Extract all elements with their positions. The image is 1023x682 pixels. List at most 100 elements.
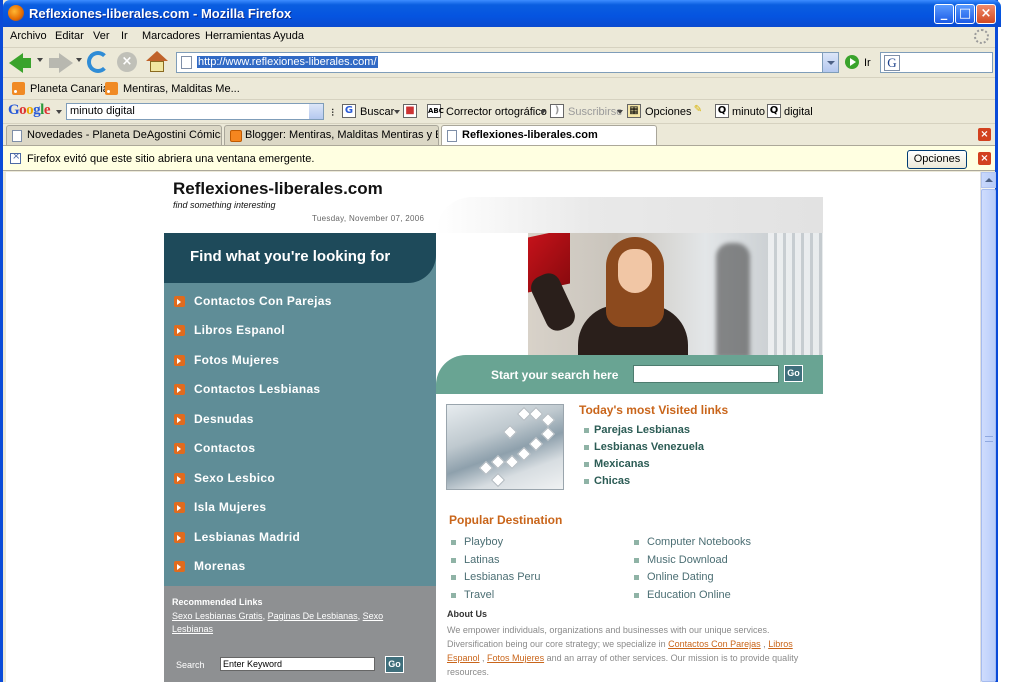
search-band-label: Start your search here — [491, 368, 619, 382]
bullet-icon — [584, 462, 589, 467]
tab-reflexiones[interactable]: Reflexiones-liberales.com — [441, 125, 657, 146]
scrollbar-thumb[interactable] — [981, 189, 996, 682]
page-icon — [12, 130, 22, 142]
minimize-button[interactable]: _ — [934, 4, 954, 24]
bullet-icon — [584, 445, 589, 450]
keyword-go-button[interactable]: Go — [385, 656, 404, 673]
go-label[interactable]: Ir — [864, 57, 871, 69]
about-link[interactable]: Fotos Mujeres — [487, 653, 544, 663]
home-icon — [146, 51, 168, 73]
recommended-link[interactable]: Sexo Lesbianas Gratis — [172, 611, 263, 621]
google-query-input[interactable]: minuto digital — [66, 103, 324, 120]
chevron-up-icon — [985, 178, 993, 182]
google-search-engine-icon[interactable]: G — [884, 55, 900, 71]
url-dropdown-button[interactable] — [822, 53, 838, 72]
suscribirse-dropdown-icon[interactable] — [617, 110, 623, 114]
site-date: Tuesday, November 07, 2006 — [312, 214, 425, 223]
maximize-button[interactable]: □ — [955, 4, 975, 24]
forward-button[interactable] — [49, 51, 73, 75]
find-heading: Find what you're looking for — [190, 248, 391, 265]
search-term-icon: Q — [767, 104, 781, 118]
firefox-icon — [8, 5, 24, 21]
title-bar[interactable]: Reflexiones-liberales.com - Mozilla Fire… — [3, 0, 1001, 27]
tab-blogger[interactable]: Blogger: Mentiras, Malditas Mentiras y E… — [224, 125, 439, 145]
menu-herramientas[interactable]: Herramientas — [205, 30, 271, 42]
bookmarks-toolbar: Planeta Canarias Mentiras, Malditas Me..… — [3, 77, 995, 99]
url-bar[interactable]: http://www.reflexiones-liberales.com/ — [176, 52, 839, 73]
arrow-bullet-icon — [174, 532, 185, 543]
reload-button[interactable] — [87, 51, 109, 75]
scroll-up-button[interactable] — [981, 172, 996, 188]
go-button[interactable] — [845, 55, 859, 69]
menu-archivo[interactable]: Archivo — [10, 30, 47, 42]
highlighter-icon[interactable]: ✎ — [691, 104, 705, 118]
search-term-minuto[interactable]: minuto — [732, 106, 765, 118]
popup-options-button[interactable]: Opciones — [907, 150, 967, 169]
about-text: We empower individuals, organizations an… — [447, 625, 799, 677]
menu-marcadores[interactable]: Marcadores — [142, 30, 200, 42]
popup-blocker-icon[interactable]: ■ — [403, 104, 417, 118]
google-g-icon: G — [342, 104, 356, 118]
buscar-dropdown-icon[interactable] — [394, 110, 400, 114]
about-link[interactable]: Contactos Con Parejas — [668, 639, 761, 649]
arrow-bullet-icon — [174, 325, 185, 336]
site-search-input[interactable] — [633, 365, 779, 383]
recommended-link[interactable]: Paginas De Lesbianas — [268, 611, 358, 621]
corrector-dropdown-icon[interactable] — [540, 110, 546, 114]
google-logo[interactable]: Google — [8, 102, 51, 119]
search-term-digital[interactable]: digital — [784, 106, 813, 118]
page-icon — [447, 130, 457, 142]
bullet-icon — [451, 593, 456, 598]
buscar-button[interactable]: Buscar — [360, 106, 394, 118]
google-toolbar: Google minuto digital ⁝ G Buscar ■ ABC C… — [3, 99, 995, 123]
page-icon — [181, 56, 192, 69]
site-title: Reflexiones-liberales.com — [173, 179, 383, 198]
toolbar-separator-icon: ⁝ — [331, 107, 335, 119]
abstract-squares-image — [446, 404, 564, 490]
chevron-down-icon — [827, 61, 835, 65]
tab-bar: Novedades - Planeta DeAgostini Cómics Bl… — [3, 123, 995, 146]
popup-message: Firefox evitó que este sitio abriera una… — [27, 153, 315, 165]
visited-title: Today's most Visited links — [579, 403, 729, 417]
close-button[interactable]: × — [976, 4, 996, 24]
url-text[interactable]: http://www.reflexiones-liberales.com/ — [197, 56, 378, 68]
bookmark-planeta-canarias[interactable]: Planeta Canarias — [30, 83, 114, 95]
forward-arrow-icon — [59, 53, 73, 73]
arrow-bullet-icon — [174, 414, 185, 425]
suscribirse-button[interactable]: Suscribirse — [568, 106, 622, 118]
search-bar[interactable]: G — [880, 52, 993, 73]
arrow-bullet-icon — [174, 473, 185, 484]
forward-dropdown-icon[interactable] — [76, 58, 82, 62]
bullet-icon — [634, 558, 639, 563]
stop-button[interactable]: × — [117, 51, 139, 75]
bullet-icon — [451, 540, 456, 545]
header-band — [436, 197, 823, 233]
site-search-go-button[interactable]: Go — [784, 365, 803, 382]
menu-ver[interactable]: Ver — [93, 30, 110, 42]
bookmark-mentiras[interactable]: Mentiras, Malditas Me... — [123, 83, 240, 95]
back-dropdown-icon[interactable] — [37, 58, 43, 62]
reload-icon — [87, 51, 109, 73]
google-menu-dropdown-icon[interactable] — [56, 110, 62, 114]
close-notification-icon[interactable]: × — [978, 152, 991, 165]
menu-editar[interactable]: Editar — [55, 30, 84, 42]
recommended-links: Sexo Lesbianas Gratis, Paginas De Lesbia… — [172, 611, 384, 634]
keyword-search-input[interactable]: Enter Keyword — [220, 657, 375, 671]
back-button[interactable] — [9, 51, 33, 75]
chevron-down-icon[interactable] — [309, 104, 323, 119]
find-heading-bar: Find what you're looking for — [164, 233, 436, 283]
arrow-bullet-icon — [174, 384, 185, 395]
vertical-scrollbar[interactable] — [980, 172, 996, 682]
options-icon: ▦ — [627, 104, 641, 118]
home-button[interactable] — [146, 51, 168, 75]
spellcheck-icon: ABC — [427, 104, 444, 118]
rss-subscribe-icon: ) — [550, 104, 564, 118]
menu-bar: Archivo Editar Ver Ir Marcadores Herrami… — [3, 27, 995, 47]
menu-ayuda[interactable]: Ayuda — [273, 30, 304, 42]
corrector-button[interactable]: Corrector ortográfico — [446, 106, 547, 118]
tab-novedades[interactable]: Novedades - Planeta DeAgostini Cómics — [6, 125, 222, 145]
site-tagline: find something interesting — [173, 200, 276, 210]
opciones-button[interactable]: Opciones — [645, 106, 691, 118]
close-tab-icon[interactable]: × — [978, 128, 991, 141]
menu-ir[interactable]: Ir — [121, 30, 128, 42]
